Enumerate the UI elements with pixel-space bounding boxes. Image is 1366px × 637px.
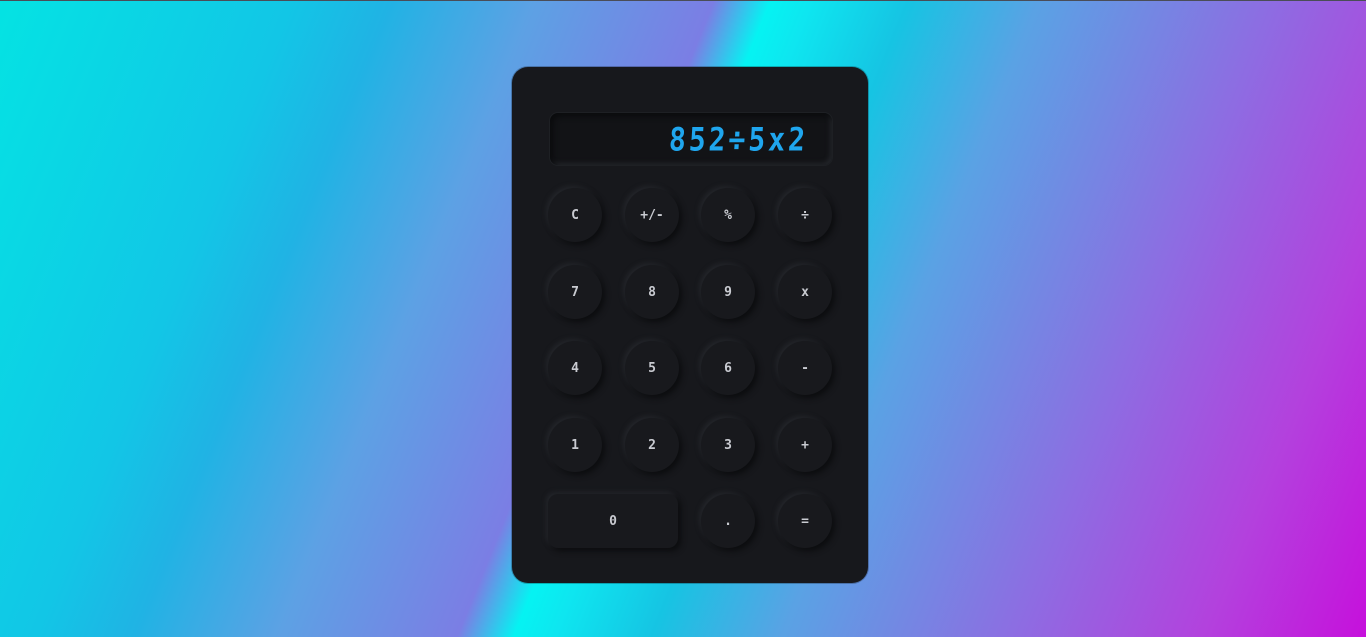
digit-2-button[interactable]: 2	[625, 418, 679, 472]
digit-6-button[interactable]: 6	[701, 341, 755, 395]
add-button[interactable]: +	[778, 418, 832, 472]
display-value: 852÷5x2	[667, 120, 810, 158]
digit-1-button[interactable]: 1	[548, 418, 602, 472]
digit-8-button[interactable]: 8	[625, 265, 679, 319]
window-top-border	[0, 0, 1366, 1]
digit-3-button[interactable]: 3	[701, 418, 755, 472]
equals-button[interactable]: =	[778, 494, 832, 548]
subtract-button[interactable]: -	[778, 341, 832, 395]
digit-5-button[interactable]: 5	[625, 341, 679, 395]
multiply-button[interactable]: x	[778, 265, 832, 319]
calculator: 852÷5x2 C +/- % ÷ 7 8 9 x 4 5 6 - 1 2 3 …	[512, 67, 868, 583]
decimal-button[interactable]: .	[701, 494, 755, 548]
digit-7-button[interactable]: 7	[548, 265, 602, 319]
digit-9-button[interactable]: 9	[701, 265, 755, 319]
percent-button[interactable]: %	[701, 188, 755, 242]
divide-button[interactable]: ÷	[778, 188, 832, 242]
sign-toggle-button[interactable]: +/-	[625, 188, 679, 242]
digit-4-button[interactable]: 4	[548, 341, 602, 395]
clear-button[interactable]: C	[548, 188, 602, 242]
digit-0-button[interactable]: 0	[548, 494, 678, 548]
calculator-display: 852÷5x2	[550, 113, 832, 165]
